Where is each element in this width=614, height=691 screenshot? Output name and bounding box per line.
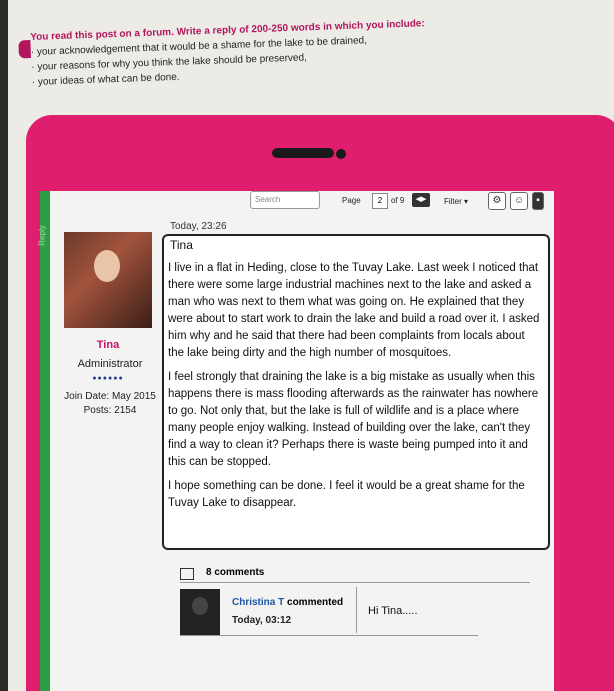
post-body: I live in a flat in Heding, close to the…	[168, 260, 542, 519]
comment-item[interactable]: Christina T commented Today, 03:12 Hi Ti…	[180, 587, 478, 636]
user-role: Administrator	[77, 358, 143, 370]
join-date: Join Date: May 2015	[64, 391, 156, 402]
comment-action: commented	[284, 597, 344, 608]
menu-icon[interactable]: ▪	[532, 192, 544, 210]
page-label: Page	[342, 196, 361, 205]
post-content: Tina I live in a flat in Heding, close t…	[162, 234, 550, 550]
search-input[interactable]: Search	[250, 191, 320, 209]
forum-toolbar: Search Page 2 of 9 ◀▶ Filter ▾ ⚙ ☺ ▪	[240, 191, 554, 215]
camera-lens	[336, 149, 346, 159]
comment-divider	[356, 587, 357, 633]
rank-dots: ●●●●●●	[92, 375, 124, 382]
post-paragraph: I hope something can be done. I feel it …	[168, 480, 525, 509]
filter-button[interactable]: Filter ▾	[444, 194, 468, 210]
forum-screen: Reply Search Page 2 of 9 ◀▶ Filter ▾ ⚙ ☺…	[37, 191, 554, 691]
commenter-avatar	[180, 589, 220, 635]
task-number-marker	[18, 39, 31, 59]
speaker-grille	[272, 148, 334, 158]
reply-strip-label: Reply	[37, 225, 47, 246]
user-profile-icon[interactable]: ☺	[510, 192, 528, 210]
comment-timestamp: Today, 03:12	[232, 615, 292, 626]
commenter-line: Christina T commented	[232, 597, 343, 608]
user-info: Join Date: May 2015 Posts: 2154	[54, 390, 166, 418]
page-number-input[interactable]: 2	[372, 193, 388, 209]
textbook-page: You read this post on a forum. Write a r…	[8, 0, 614, 691]
tablet-device: Reply Search Page 2 of 9 ◀▶ Filter ▾ ⚙ ☺…	[26, 115, 614, 691]
post-paragraph: I live in a flat in Heding, close to the…	[168, 262, 540, 359]
post-count: Posts: 2154	[83, 405, 137, 416]
chevron-down-icon: ▾	[464, 197, 469, 206]
post-title: Tina	[170, 238, 193, 252]
comment-icon	[180, 568, 194, 580]
page-nav-arrows[interactable]: ◀▶	[412, 193, 430, 207]
reply-strip[interactable]: Reply	[37, 191, 50, 691]
comments-header[interactable]: 8 comments	[180, 567, 530, 583]
avatar[interactable]	[64, 232, 152, 328]
comment-text: Hi Tina.....	[368, 605, 418, 617]
settings-gear-icon[interactable]: ⚙	[488, 192, 506, 210]
page-total: of 9	[391, 196, 405, 205]
post-timestamp: Today, 23:26	[170, 221, 227, 232]
post-paragraph: I feel strongly that draining the lake i…	[168, 371, 539, 468]
task-instructions: You read this post on a forum. Write a r…	[18, 15, 472, 90]
comments-count: 8 comments	[206, 567, 265, 578]
commenter-name[interactable]: Christina T	[232, 597, 284, 608]
user-name-link[interactable]: Tina	[64, 339, 152, 351]
